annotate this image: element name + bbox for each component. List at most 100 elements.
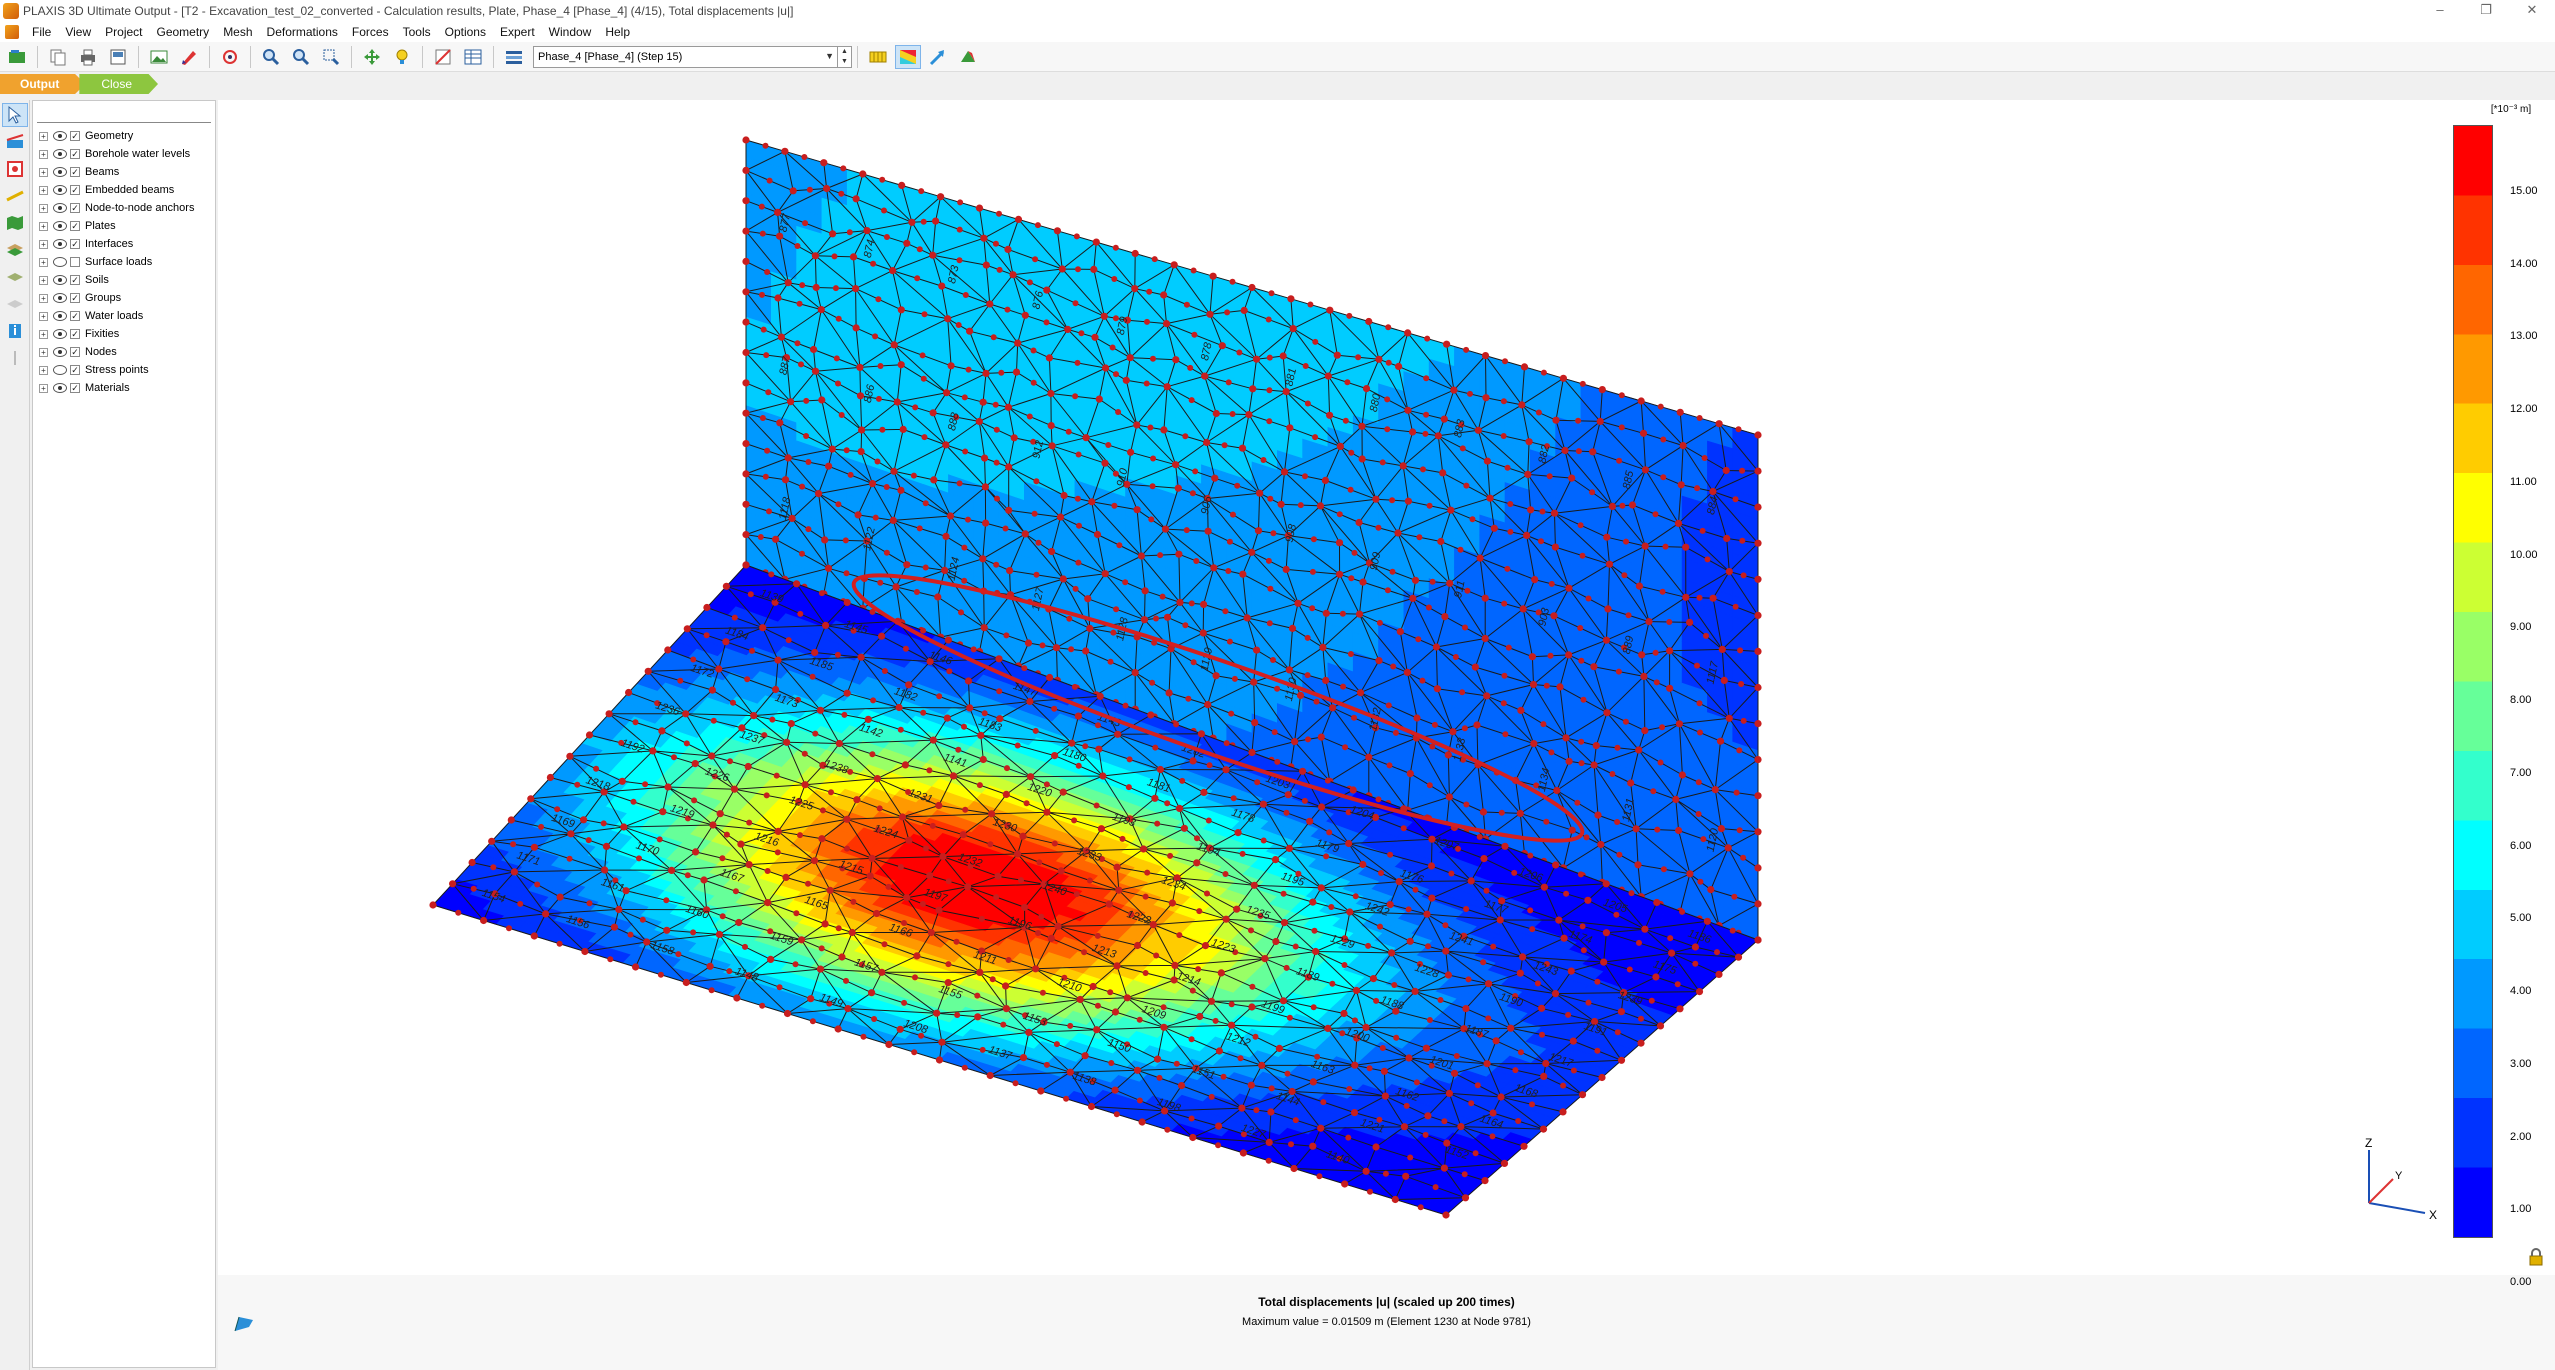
distance-tool-button[interactable] [2,184,28,208]
zoom-in-button[interactable] [258,45,284,69]
expand-icon[interactable]: + [39,275,48,285]
tab-close[interactable]: Close [79,74,159,94]
expand-icon[interactable]: + [39,221,48,231]
menu-expert[interactable]: Expert [493,22,542,42]
eye-icon[interactable] [53,203,67,213]
menu-geometry[interactable]: Geometry [150,22,217,42]
table-button[interactable] [460,45,486,69]
shadings-button[interactable] [895,44,921,69]
expand-icon[interactable]: + [39,365,48,375]
visibility-checkbox[interactable]: ✓ [70,329,80,339]
hint-box-button[interactable] [2,211,28,235]
tree-item[interactable]: + ✓ Soils [33,271,215,289]
eye-icon[interactable] [53,365,67,375]
report-button[interactable] [105,45,131,69]
model-canvas[interactable]: 8778748738768798788818808838828858848878… [218,100,2555,1275]
tree-item[interactable]: + ✓ Node-to-node anchors [33,199,215,217]
menu-help[interactable]: Help [598,22,637,42]
tree-item[interactable]: + ✓ Groups [33,289,215,307]
model-viewport[interactable]: 877 874 873 876 879 878 881 880 883 882 885 884 887 8… [218,100,2555,1370]
visibility-checkbox[interactable]: ✓ [70,203,80,213]
visibility-checkbox[interactable]: ✓ [70,275,80,285]
app-menu-icon[interactable] [5,25,19,39]
expand-icon[interactable]: + [39,383,48,393]
explorer-search[interactable] [37,109,211,123]
curves-button[interactable] [176,45,202,69]
expand-icon[interactable]: + [39,185,48,195]
lock-icon[interactable] [2528,1248,2544,1266]
info-button[interactable] [2,319,28,343]
disabled-tool-button[interactable] [2,292,28,316]
tree-item[interactable]: + ✓ Geometry [33,127,215,145]
tree-item[interactable]: + ✓ Embedded beams [33,181,215,199]
cross-section-tool-button[interactable] [2,130,28,154]
menu-options[interactable]: Options [438,22,493,42]
visibility-checkbox[interactable]: ✓ [70,365,80,375]
copy-button[interactable] [45,45,71,69]
visibility-checkbox[interactable]: ✓ [70,131,80,141]
expand-icon[interactable]: + [39,149,48,159]
close-window-button[interactable]: ✕ [2509,0,2555,22]
visibility-checkbox[interactable]: ✓ [70,293,80,303]
eye-icon[interactable] [53,167,67,177]
restore-button[interactable]: ❐ [2463,0,2509,22]
tree-item[interactable]: + ✓ Fixities [33,325,215,343]
tree-item[interactable]: + ✓ Nodes [33,343,215,361]
open-project-button[interactable] [4,45,30,69]
print-button[interactable] [75,45,101,69]
move-view-button[interactable] [359,45,385,69]
eye-icon[interactable] [53,131,67,141]
visibility-checkbox[interactable]: ✓ [70,347,80,357]
more-tools-button[interactable] [2,346,28,370]
eye-icon[interactable] [53,221,67,231]
tree-item[interactable]: + ✓ Interfaces [33,235,215,253]
tree-item[interactable]: + ✓ Plates [33,217,215,235]
eye-icon[interactable] [53,239,67,249]
expand-icon[interactable]: + [39,203,48,213]
tab-output[interactable]: Output [0,74,86,94]
visibility-checkbox[interactable]: ✓ [70,383,80,393]
arrows-button[interactable] [925,45,951,69]
eye-icon[interactable] [53,329,67,339]
eye-icon[interactable] [53,347,67,357]
flag-icon[interactable] [233,1315,255,1333]
rotate-view-button[interactable] [217,45,243,69]
tree-item[interactable]: + ✓ Borehole water levels [33,145,215,163]
eye-icon[interactable] [53,275,67,285]
menu-tools[interactable]: Tools [396,22,438,42]
tree-item[interactable]: + ✓ Materials [33,379,215,397]
expand-icon[interactable]: + [39,329,48,339]
phase-select[interactable]: Phase_4 [Phase_4] (Step 15) ▼ [533,45,838,68]
eye-icon[interactable] [53,185,67,195]
drag-slice-button[interactable] [2,265,28,289]
eye-icon[interactable] [53,149,67,159]
eye-icon[interactable] [53,383,67,393]
visibility-checkbox[interactable]: ✓ [70,149,80,159]
visibility-checkbox[interactable]: ✓ [70,185,80,195]
minimize-button[interactable]: – [2417,0,2463,22]
phase-list-button[interactable] [501,45,527,69]
hide-soil-button[interactable] [2,238,28,262]
cross-section-button[interactable] [430,45,456,69]
eye-icon[interactable] [53,293,67,303]
tree-item[interactable]: + ✓ Water loads [33,307,215,325]
expand-icon[interactable]: + [39,347,48,357]
contour-lines-button[interactable] [865,45,891,69]
menu-window[interactable]: Window [542,22,599,42]
expand-icon[interactable]: + [39,257,48,267]
tree-item[interactable]: + Surface loads [33,253,215,271]
visibility-checkbox[interactable]: ✓ [70,221,80,231]
expand-icon[interactable]: + [39,293,48,303]
visibility-checkbox[interactable]: ✓ [70,311,80,321]
menu-file[interactable]: File [25,22,58,42]
visibility-checkbox[interactable]: ✓ [70,239,80,249]
menu-forces[interactable]: Forces [345,22,396,42]
menu-project[interactable]: Project [98,22,149,42]
menu-mesh[interactable]: Mesh [216,22,259,42]
tree-item[interactable]: + ✓ Beams [33,163,215,181]
light-button[interactable] [389,45,415,69]
eye-icon[interactable] [53,311,67,321]
zoom-out-button[interactable] [288,45,314,69]
eye-icon[interactable] [53,257,67,267]
expand-icon[interactable]: + [39,131,48,141]
